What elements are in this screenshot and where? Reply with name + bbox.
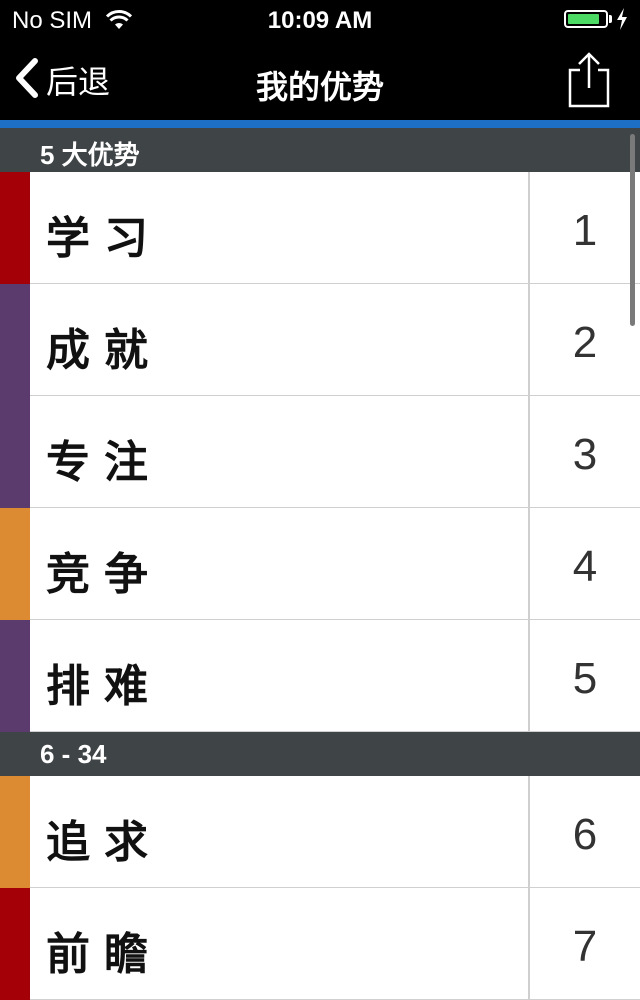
strength-rank: 6 <box>572 810 598 859</box>
clock: 10:09 AM <box>267 7 373 34</box>
strength-name: 排难 <box>46 662 162 711</box>
section-header-label: 5 大优势 <box>40 140 140 170</box>
strength-rank: 2 <box>572 318 598 367</box>
category-color-strip <box>0 284 30 396</box>
strength-row[interactable]: 专注 3 <box>0 396 640 508</box>
strength-name: 竞争 <box>46 550 162 599</box>
share-button[interactable] <box>566 52 612 113</box>
page-title: 我的优势 <box>255 69 384 105</box>
strength-name: 前瞻 <box>46 930 162 979</box>
strength-row[interactable]: 前瞻 7 <box>0 888 640 1000</box>
category-color-strip <box>0 888 30 1000</box>
strength-name: 学习 <box>46 214 162 263</box>
strength-rank: 4 <box>572 542 598 591</box>
strength-name: 专注 <box>46 438 162 487</box>
scroll-indicator[interactable] <box>630 134 635 326</box>
category-color-strip <box>0 776 30 888</box>
battery-level-fill <box>568 14 599 24</box>
section-header-top5: 5 大优势 <box>0 128 640 172</box>
strength-rank: 1 <box>572 206 598 255</box>
status-bar: No SIM 10:09 AM <box>0 0 640 40</box>
section-header-6-34: 6 - 34 <box>0 732 640 776</box>
strength-name: 追求 <box>46 818 162 867</box>
strength-row[interactable]: 排难 5 <box>0 620 640 732</box>
battery-cap <box>609 15 612 23</box>
navigation-bar: 后退 我的优势 <box>0 40 640 120</box>
nav-accent-bar <box>0 120 640 128</box>
strength-row[interactable]: 追求 6 <box>0 776 640 888</box>
strength-rank: 7 <box>572 922 598 971</box>
strength-name: 成就 <box>46 326 162 375</box>
battery-icon <box>564 10 608 28</box>
section-header-label: 6 - 34 <box>40 739 107 769</box>
strength-row[interactable]: 竞争 4 <box>0 508 640 620</box>
charging-bolt-icon <box>616 8 628 37</box>
category-color-strip <box>0 620 30 732</box>
strength-row[interactable]: 成就 2 <box>0 284 640 396</box>
strength-rank: 3 <box>572 430 598 479</box>
strength-row[interactable]: 学习 1 <box>0 172 640 284</box>
share-icon <box>566 52 612 112</box>
category-color-strip <box>0 508 30 620</box>
strength-rank: 5 <box>572 654 598 703</box>
category-color-strip <box>0 172 30 284</box>
category-color-strip <box>0 396 30 508</box>
